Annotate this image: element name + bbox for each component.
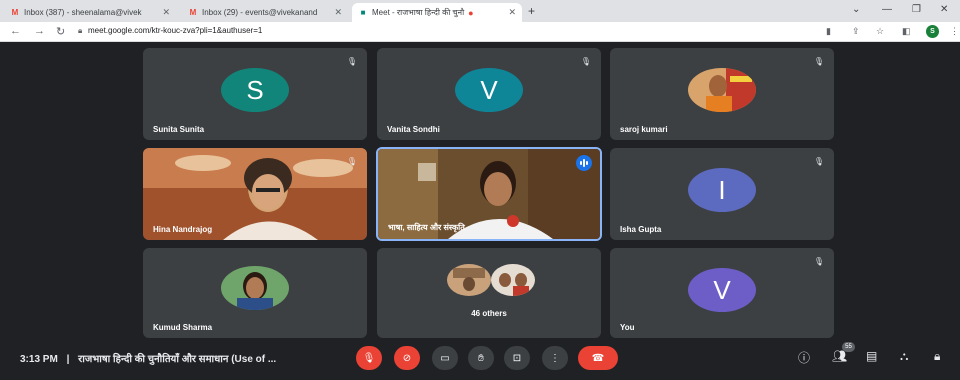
mic-toggle-button[interactable]: 🎙︎	[356, 346, 382, 370]
meeting-info: 3:13 PM | राजभाषा हिन्दी की चुनौतियाँ और…	[20, 351, 276, 365]
activities-icon[interactable]: ⛬	[900, 349, 908, 364]
participant-name: Hina Nandrajog	[153, 225, 213, 234]
participant-name: saroj kumari	[620, 125, 668, 134]
meeting-title: राजभाषा हिन्दी की चुनौतियाँ और समाधान (U…	[78, 354, 277, 365]
hand-icon: ✋︎	[478, 352, 484, 364]
participant-tile-active[interactable]: भाषा, साहित्य और संस्कृति	[376, 147, 602, 241]
new-tab-icon[interactable]: +	[528, 4, 535, 18]
tab-label: Inbox (29) - events@vivekanand	[202, 8, 318, 17]
participant-name: Vanita Sondhi	[387, 125, 440, 134]
tab-label: Meet - राजभाषा हिन्दी की चुनौ	[372, 8, 465, 17]
mic-off-icon: 🎙︎	[813, 56, 825, 66]
meeting-details-icon[interactable]: ⓘ	[798, 349, 810, 366]
meet-control-bar: 3:13 PM | राजभाषा हिन्दी की चुनौतियाँ और…	[0, 338, 960, 380]
gmail-icon: M	[189, 8, 197, 17]
mic-off-icon: 🎙︎	[346, 56, 358, 66]
raise-hand-button[interactable]: ✋︎	[468, 346, 494, 370]
mic-off-icon: 🎙︎	[813, 256, 825, 266]
back-icon[interactable]: ←	[10, 25, 21, 37]
browser-tab-bar: M Inbox (387) - sheenalama@vivek ✕ M Inb…	[0, 0, 960, 22]
mic-off-icon: 🎙︎	[346, 156, 358, 166]
more-vert-icon: ⋮	[550, 352, 560, 364]
tab-gmail-2[interactable]: M Inbox (29) - events@vivekanand ✕	[182, 3, 348, 22]
clock-time: 3:13 PM	[20, 354, 58, 365]
gmail-icon: M	[11, 8, 19, 17]
participant-name: Sunita Sunita	[153, 125, 205, 134]
minimize-icon[interactable]: —	[882, 4, 892, 15]
avatar	[688, 68, 756, 112]
participant-count-badge: 55	[842, 342, 855, 352]
tab-label: Inbox (387) - sheenalama@vivek	[24, 8, 142, 17]
avatar	[491, 264, 535, 296]
mic-off-icon: 🎙︎	[813, 156, 825, 166]
address-bar: ← → ↻ 🔒︎ meet.google.com/ktr-kouc-zva?pl…	[0, 22, 960, 42]
participant-tile[interactable]: I 🎙︎ Isha Gupta	[610, 148, 834, 240]
camera-toggle-button[interactable]: ⊘	[394, 346, 420, 370]
meet-icon: ■	[360, 8, 366, 17]
avatar: I	[688, 168, 756, 212]
tab-meet[interactable]: ■ Meet - राजभाषा हिन्दी की चुनौ ● ✕	[352, 3, 522, 22]
mic-off-icon: 🎙︎	[580, 56, 592, 66]
sidepanel-icon[interactable]: ◧	[902, 26, 911, 37]
others-count: 46 others	[471, 309, 507, 318]
present-screen-icon: ⊡	[512, 352, 522, 364]
avatar: S	[221, 68, 289, 112]
bookmark-star-icon[interactable]: ☆	[876, 26, 884, 37]
separator: |	[66, 354, 70, 365]
mic-off-icon: 🎙︎	[362, 352, 376, 364]
participant-name: Isha Gupta	[620, 225, 662, 234]
host-controls-icon[interactable]: 🔒︎	[934, 349, 940, 364]
participant-tile[interactable]: S 🎙︎ Sunita Sunita	[143, 48, 367, 140]
avatar: V	[455, 68, 523, 112]
participant-name: Kumud Sharma	[153, 323, 213, 332]
participant-tile[interactable]: 🎙︎ Hina Nandrajog	[143, 148, 367, 240]
share-icon[interactable]: ⇪	[852, 26, 860, 37]
captions-icon: ▭	[440, 352, 450, 364]
camera-icon[interactable]: ▮	[826, 26, 831, 37]
forward-icon[interactable]: →	[34, 25, 45, 37]
participant-name: You	[620, 323, 635, 332]
lock-icon: 🔒︎	[78, 26, 83, 35]
avatar: V	[688, 268, 756, 312]
camera-off-icon: ⊘	[402, 352, 412, 364]
avatar	[447, 264, 491, 296]
self-tile[interactable]: V 🎙︎ You	[610, 248, 834, 338]
close-icon[interactable]: ✕	[162, 7, 170, 18]
profile-avatar[interactable]: S	[926, 25, 939, 38]
menu-kebab-icon[interactable]: ⋮	[950, 26, 959, 37]
avatar	[221, 266, 289, 310]
present-button[interactable]: ⊡	[504, 346, 530, 370]
end-call-icon: ☎︎	[591, 352, 605, 364]
url-field[interactable]: meet.google.com/ktr-kouc-zva?pli=1&authu…	[88, 26, 262, 35]
leave-call-button[interactable]: ☎︎	[578, 346, 618, 370]
participant-tile[interactable]: Kumud Sharma	[143, 248, 367, 338]
meet-participant-grid: S 🎙︎ Sunita Sunita V 🎙︎ Vanita Sondhi 🎙︎…	[0, 42, 960, 338]
restore-icon[interactable]: ❐	[912, 4, 921, 15]
participant-name: भाषा, साहित्य और संस्कृति	[388, 223, 465, 232]
reload-icon[interactable]: ↻	[56, 25, 65, 38]
tab-gmail-1[interactable]: M Inbox (387) - sheenalama@vivek ✕	[4, 3, 176, 22]
close-icon[interactable]: ✕	[508, 7, 516, 18]
speaking-indicator-icon	[576, 155, 592, 171]
chat-icon[interactable]: ▤	[866, 349, 877, 363]
participant-tile[interactable]: 🎙︎ saroj kumari	[610, 48, 834, 140]
close-icon[interactable]: ✕	[334, 7, 342, 18]
window-close-icon[interactable]: ✕	[940, 4, 948, 15]
participant-tile[interactable]: V 🎙︎ Vanita Sondhi	[377, 48, 601, 140]
more-options-button[interactable]: ⋮	[542, 346, 568, 370]
chevron-down-icon[interactable]: ⌄	[852, 4, 860, 15]
captions-button[interactable]: ▭	[432, 346, 458, 370]
others-tile[interactable]: 46 others	[377, 248, 601, 338]
recording-icon: ●	[468, 7, 474, 18]
